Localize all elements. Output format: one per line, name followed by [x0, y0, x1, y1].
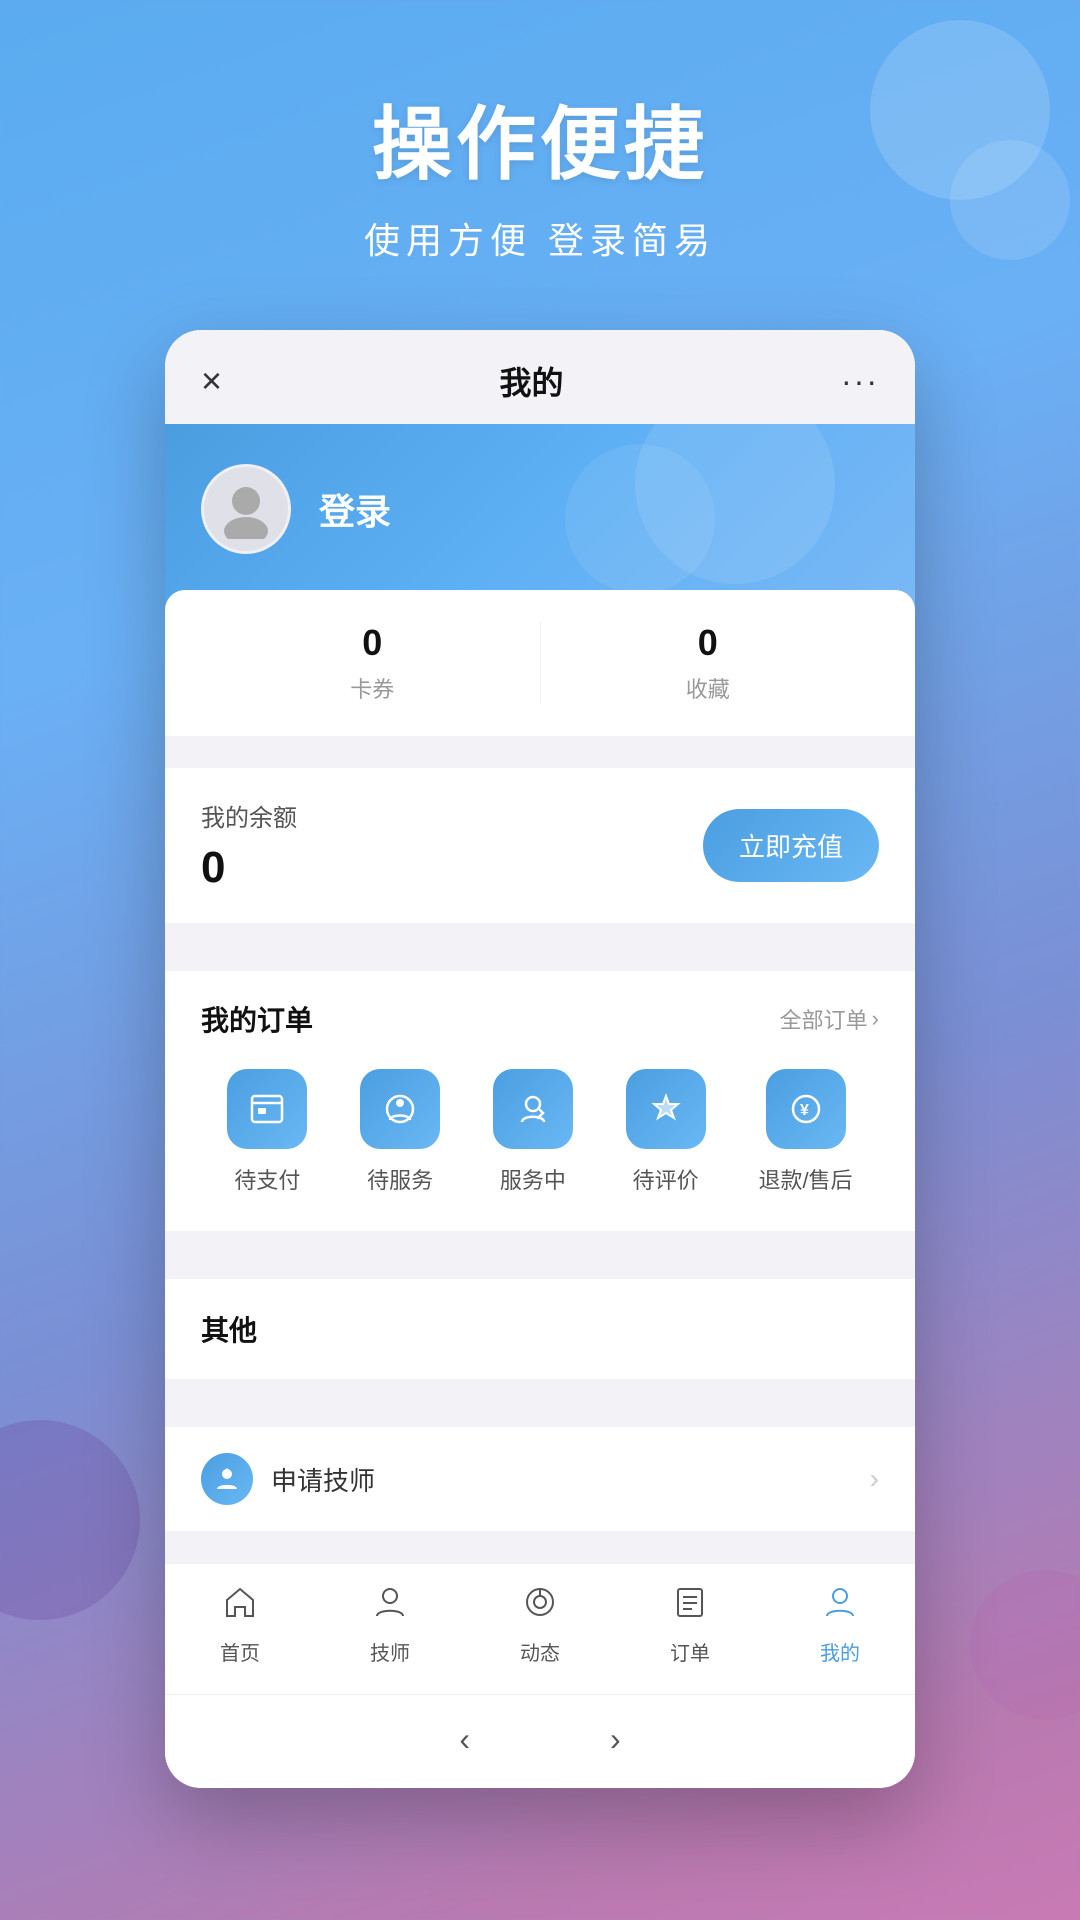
profile-header[interactable]: 登录 [165, 424, 915, 614]
pending-review-icon [626, 1069, 706, 1149]
apply-technician-card[interactable]: 申请技师 › [165, 1427, 915, 1531]
nav-home[interactable]: 首页 [220, 1584, 260, 1666]
nav-orders-label: 订单 [670, 1637, 710, 1666]
pending-review-label: 待评价 [633, 1163, 699, 1195]
stat-coupons[interactable]: 0 卡券 [205, 622, 540, 704]
other-card: 其他 [165, 1279, 915, 1379]
refund-label: 退款/售后 [758, 1163, 852, 1195]
header-title: 操作便捷 [0, 80, 1080, 196]
orders-title: 我的订单 [201, 999, 313, 1039]
order-refund[interactable]: ¥ 退款/售后 [758, 1069, 852, 1195]
chevron-right-icon: › [870, 1463, 879, 1495]
other-title: 其他 [201, 1315, 257, 1346]
apply-technician-text: 申请技师 [271, 1461, 375, 1498]
separator-2 [165, 939, 915, 955]
nav-dynamic[interactable]: 动态 [520, 1584, 560, 1666]
avatar-icon [216, 479, 276, 539]
coupons-label: 卡券 [205, 672, 540, 704]
svg-text:¥: ¥ [800, 1102, 809, 1119]
in-service-label: 服务中 [500, 1163, 566, 1195]
nav-orders[interactable]: 订单 [670, 1584, 710, 1666]
apply-technician-icon [201, 1453, 253, 1505]
phone-frame: × 我的 ··· 登录 0 卡券 0 收藏 我的余额 0 立即充值 [165, 330, 915, 1788]
close-button[interactable]: × [201, 360, 222, 402]
in-service-icon [493, 1069, 573, 1149]
top-bar: × 我的 ··· [165, 330, 915, 424]
login-text[interactable]: 登录 [319, 483, 391, 535]
stat-favorites[interactable]: 0 收藏 [540, 622, 876, 704]
all-orders-link[interactable]: 全部订单 › [780, 1003, 879, 1035]
order-in-service[interactable]: 服务中 [493, 1069, 573, 1195]
apply-left: 申请技师 [201, 1453, 375, 1505]
separator-1 [165, 736, 915, 752]
forward-arrow[interactable]: › [590, 1713, 641, 1766]
favorites-count: 0 [541, 622, 876, 664]
balance-card: 我的余额 0 立即充值 [165, 768, 915, 923]
order-pending-payment[interactable]: 待支付 [227, 1069, 307, 1195]
technician-icon [372, 1584, 408, 1629]
bottom-nav: 首页 技师 动态 [165, 1563, 915, 1694]
home-icon [222, 1584, 258, 1629]
recharge-button[interactable]: 立即充值 [703, 809, 879, 882]
nav-dynamic-label: 动态 [520, 1637, 560, 1666]
orders-header: 我的订单 全部订单 › [201, 999, 879, 1039]
coupons-count: 0 [205, 622, 540, 664]
order-pending-service[interactable]: 待服务 [360, 1069, 440, 1195]
nav-mine-label: 我的 [820, 1637, 860, 1666]
nav-arrows: ‹ › [165, 1694, 915, 1788]
dynamic-icon [522, 1584, 558, 1629]
back-arrow[interactable]: ‹ [439, 1713, 490, 1766]
separator-5 [165, 1547, 915, 1563]
nav-mine[interactable]: 我的 [820, 1584, 860, 1666]
orders-card: 我的订单 全部订单 › 待支付 [165, 971, 915, 1231]
order-pending-review[interactable]: 待评价 [626, 1069, 706, 1195]
nav-home-label: 首页 [220, 1637, 260, 1666]
avatar [201, 464, 291, 554]
separator-3 [165, 1247, 915, 1263]
orders-nav-icon [672, 1584, 708, 1629]
refund-icon: ¥ [766, 1069, 846, 1149]
bg-circle-3 [0, 1420, 140, 1620]
nav-technician[interactable]: 技师 [370, 1584, 410, 1666]
pending-payment-icon [227, 1069, 307, 1149]
balance-left: 我的余额 0 [201, 798, 297, 893]
mine-icon [822, 1584, 858, 1629]
pending-service-label: 待服务 [367, 1163, 433, 1195]
nav-technician-label: 技师 [370, 1637, 410, 1666]
pending-payment-label: 待支付 [234, 1163, 300, 1195]
menu-button[interactable]: ··· [841, 363, 879, 400]
balance-amount: 0 [201, 843, 297, 893]
favorites-label: 收藏 [541, 672, 876, 704]
stats-card: 0 卡券 0 收藏 [165, 590, 915, 736]
header-subtitle: 使用方便 登录简易 [0, 212, 1080, 264]
pending-service-icon [360, 1069, 440, 1149]
bg-circle-4 [970, 1570, 1080, 1720]
separator-4 [165, 1395, 915, 1411]
header-section: 操作便捷 使用方便 登录简易 [0, 0, 1080, 314]
orders-icons: 待支付 待服务 [201, 1069, 879, 1195]
balance-title: 我的余额 [201, 798, 297, 833]
page-title: 我的 [500, 358, 564, 404]
